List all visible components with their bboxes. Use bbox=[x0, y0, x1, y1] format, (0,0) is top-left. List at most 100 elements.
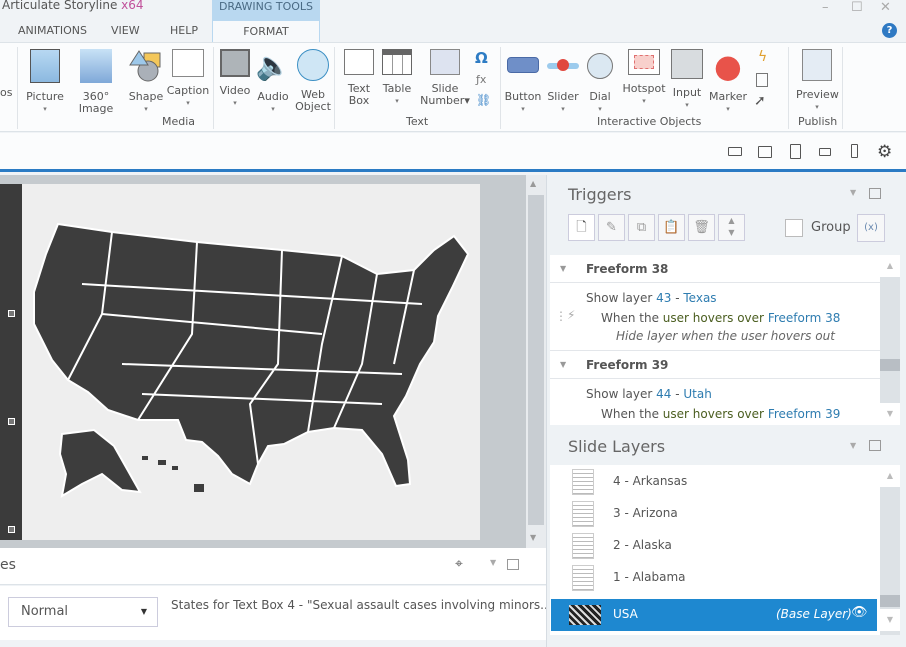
layer-thumbnail bbox=[572, 469, 594, 495]
phone-portrait-icon[interactable] bbox=[851, 144, 858, 158]
tab-help[interactable]: HELP bbox=[170, 20, 198, 42]
speaker-icon: 🔈 bbox=[255, 49, 291, 82]
laptop-icon[interactable] bbox=[728, 147, 742, 156]
text-box-button[interactable]: Text Box bbox=[342, 49, 376, 107]
scroll-thumb[interactable] bbox=[528, 195, 544, 525]
preview-button[interactable]: Preview ▾ bbox=[796, 49, 839, 113]
caption-icon bbox=[172, 49, 204, 77]
undock-icon[interactable] bbox=[869, 188, 881, 199]
input-button[interactable]: Input ▾ bbox=[670, 49, 704, 111]
slide-layers-title: Slide Layers bbox=[568, 437, 666, 456]
close-button[interactable]: ✕ bbox=[880, 0, 891, 15]
globe-icon bbox=[297, 49, 329, 81]
usa-map[interactable] bbox=[22, 184, 480, 540]
dial-button[interactable]: Dial ▾ bbox=[586, 49, 614, 115]
tab-view[interactable]: VIEW bbox=[111, 20, 140, 42]
selection-handle[interactable] bbox=[8, 526, 15, 533]
selection-handle[interactable] bbox=[8, 310, 15, 317]
help-icon[interactable]: ? bbox=[882, 23, 897, 38]
group-checkbox[interactable] bbox=[785, 219, 803, 237]
trigger-lightning-icon[interactable]: ϟ bbox=[758, 49, 767, 65]
states-description: States for Text Box 4 - "Sexual assault … bbox=[171, 598, 552, 612]
table-button[interactable]: Table ▾ bbox=[380, 49, 414, 107]
gear-icon[interactable]: ⚙ bbox=[877, 142, 892, 162]
base-layer-item[interactable]: USA (Base Layer) 👁 bbox=[551, 599, 877, 631]
scroll-thumb[interactable] bbox=[880, 595, 900, 607]
collapse-icon: ▼ bbox=[560, 264, 567, 273]
phone-landscape-icon[interactable] bbox=[819, 148, 831, 156]
layer-item[interactable]: 4 - Arkansas bbox=[550, 466, 880, 498]
delete-trigger-button[interactable]: 🗑 bbox=[688, 214, 715, 241]
hotspot-icon bbox=[628, 49, 660, 75]
slider-button[interactable]: Slider ▾ bbox=[545, 49, 581, 115]
chevron-down-icon: ▼ bbox=[140, 607, 147, 616]
preview-icon bbox=[802, 49, 832, 81]
caption-button[interactable]: Caption ▾ bbox=[166, 49, 210, 109]
alaska-shape[interactable] bbox=[58, 428, 142, 498]
canvas-vertical-scrollbar[interactable]: ▲ ▼ bbox=[526, 175, 546, 548]
marker-button[interactable]: ● Marker ▾ bbox=[708, 49, 748, 115]
tab-format[interactable]: FORMAT bbox=[212, 20, 320, 42]
tablet-portrait-icon[interactable] bbox=[790, 144, 801, 159]
app-arch: x64 bbox=[121, 0, 144, 12]
new-trigger-button[interactable]: 🗋 bbox=[568, 214, 595, 241]
trigger-action[interactable]: Show layer 44 - Utah bbox=[586, 387, 712, 401]
layer-icon[interactable] bbox=[756, 73, 768, 87]
cursor-icon[interactable]: ➚ bbox=[754, 93, 766, 109]
base-layer-tag: (Base Layer) bbox=[776, 607, 852, 621]
trigger-object-header[interactable]: ▼ Freeform 38 bbox=[550, 255, 880, 283]
selection-handle[interactable] bbox=[8, 418, 15, 425]
hyperlink-icon[interactable]: ⛓ bbox=[476, 93, 491, 107]
picture-button[interactable]: Picture ▾ bbox=[24, 49, 66, 115]
offstage-object[interactable] bbox=[0, 184, 22, 540]
align-icon[interactable]: ⌖ bbox=[455, 556, 463, 572]
triggers-list: ▼ Freeform 38 Show layer 43 - Texas ⋮ ⚡ W… bbox=[550, 255, 880, 425]
variables-button[interactable]: (x) bbox=[857, 214, 885, 242]
maximize-button[interactable]: ☐ bbox=[851, 0, 863, 15]
shape-button[interactable]: Shape ▾ bbox=[128, 49, 164, 115]
paste-trigger-button[interactable]: 📋 bbox=[658, 214, 685, 241]
hawaii-shape[interactable] bbox=[142, 456, 204, 492]
edit-trigger-button[interactable]: ✎ bbox=[598, 214, 625, 241]
web-object-button[interactable]: Web Object bbox=[294, 49, 332, 113]
interactive-objects-group-label: Interactive Objects bbox=[597, 115, 702, 128]
slide-number-button[interactable]: Slide Number▾ bbox=[420, 49, 470, 107]
trigger-action[interactable]: Show layer 43 - Texas bbox=[586, 291, 717, 305]
slide[interactable] bbox=[22, 184, 480, 540]
drag-handle-icon[interactable]: ⋮ bbox=[555, 309, 567, 323]
chevron-down-icon[interactable]: ▼ bbox=[850, 188, 856, 197]
equation-icon[interactable]: ƒx bbox=[476, 73, 486, 86]
undock-icon[interactable] bbox=[869, 440, 881, 451]
trigger-object-header[interactable]: ▼ Freeform 39 bbox=[550, 351, 880, 379]
eye-icon[interactable]: 👁 bbox=[851, 605, 868, 620]
triggers-scrollbar[interactable]: ▲ ▼ bbox=[880, 255, 900, 425]
trigger-note: Hide layer when the user hovers out bbox=[616, 329, 835, 343]
publish-group-label: Publish bbox=[798, 115, 838, 128]
app-title: Articulate Storyline x64 bbox=[2, 0, 144, 12]
tablet-landscape-icon[interactable] bbox=[758, 146, 772, 158]
hotspot-button[interactable]: Hotspot ▾ bbox=[622, 49, 666, 107]
dial-icon bbox=[587, 53, 613, 79]
trigger-condition[interactable]: When the user hovers over Freeform 38 bbox=[601, 311, 840, 325]
layer-item[interactable]: 1 - Alabama bbox=[550, 562, 880, 594]
ribbon-partial-label: os bbox=[0, 86, 13, 99]
trigger-condition[interactable]: When the user hovers over Freeform 39 bbox=[601, 407, 840, 421]
layers-scrollbar[interactable]: ▲ ▼ bbox=[880, 465, 900, 635]
360-image-button[interactable]: 360° Image bbox=[67, 49, 125, 115]
layer-item[interactable]: 3 - Arizona bbox=[550, 498, 880, 530]
move-trigger-button[interactable]: ▲ ▼ bbox=[718, 214, 745, 241]
undock-icon[interactable] bbox=[507, 559, 519, 570]
tab-animations[interactable]: ANIMATIONS bbox=[18, 20, 87, 42]
chevron-down-icon[interactable]: ▼ bbox=[490, 558, 496, 567]
video-button[interactable]: Video ▾ bbox=[218, 49, 252, 109]
layer-thumbnail bbox=[569, 605, 601, 625]
layer-item[interactable]: 2 - Alaska bbox=[550, 530, 880, 562]
scroll-thumb[interactable] bbox=[880, 359, 900, 371]
audio-button[interactable]: 🔈 Audio ▾ bbox=[255, 49, 291, 115]
button-button[interactable]: Button ▾ bbox=[504, 49, 542, 115]
minimize-button[interactable]: – bbox=[822, 0, 829, 15]
state-select[interactable]: Normal ▼ bbox=[8, 597, 158, 627]
symbol-icon[interactable]: Ω bbox=[475, 49, 488, 67]
chevron-down-icon[interactable]: ▼ bbox=[850, 441, 856, 450]
copy-trigger-button[interactable]: ⧉ bbox=[628, 214, 655, 241]
